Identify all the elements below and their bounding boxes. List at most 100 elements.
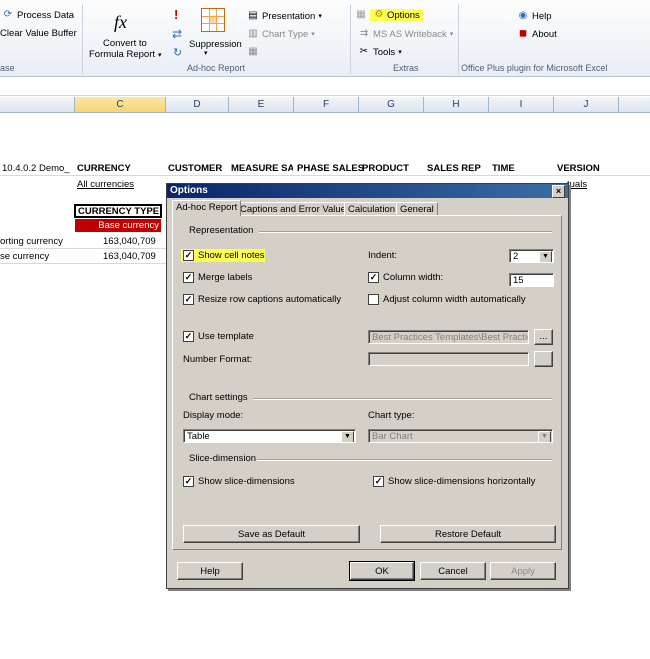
tab-adhoc-report[interactable]: Ad-hoc Report <box>172 200 242 216</box>
number-format-label: Number Format: <box>183 354 253 365</box>
close-button[interactable]: × <box>552 185 565 198</box>
refresh-small-icon[interactable]: ↻ <box>173 46 182 59</box>
column-headers: C D E F G H I J <box>0 97 650 113</box>
show-slice-horizontally-checkbox[interactable]: ✓ Show slice-dimensions horizontally <box>373 476 535 487</box>
column-header-j[interactable]: J <box>554 97 619 112</box>
cell-currency-type[interactable]: CURRENCY TYPE <box>78 206 159 217</box>
column-header-f[interactable]: F <box>294 97 359 112</box>
presentation-button[interactable]: ▤ Presentation ▾ <box>247 10 322 22</box>
column-header-d[interactable]: D <box>166 97 229 112</box>
chevron-down-icon[interactable]: ▼ <box>538 431 551 442</box>
cell-time-header[interactable]: TIME <box>492 163 515 174</box>
section-divider <box>253 398 552 400</box>
ms-as-writeback-button[interactable]: ⇉ MS AS Writeback ▾ <box>358 28 453 40</box>
process-data-button[interactable]: ⟳ Process Data <box>2 9 74 21</box>
clear-value-buffer-button[interactable]: Clear Value Buffer <box>0 28 77 39</box>
cell-phase-header[interactable]: PHASE SALES <box>297 163 364 174</box>
cell-base-currency[interactable]: Base currency <box>75 219 161 232</box>
save-as-default-button[interactable]: Save as Default <box>183 525 360 543</box>
show-cell-notes-checkbox[interactable]: ✓ Show cell notes <box>183 250 265 261</box>
ok-button[interactable]: OK <box>349 561 415 581</box>
column-header-b[interactable] <box>0 97 75 112</box>
about-button[interactable]: ◼ About <box>517 28 557 40</box>
left-group-label: ase <box>0 63 15 73</box>
tab-captions-error-values[interactable]: Captions and Error Values <box>236 202 355 216</box>
tools-icon: ✂ <box>359 46 369 57</box>
adhoc-report-group-label: Ad-hoc Report <box>187 63 246 73</box>
cell-currency-header[interactable]: CURRENCY <box>77 163 131 174</box>
alert-icon[interactable]: ! <box>174 7 178 22</box>
chart-type-label: Chart type: <box>368 410 415 421</box>
section-divider <box>259 231 552 233</box>
options-button[interactable]: ▦ ⚙ Options <box>355 9 423 21</box>
tab-pane: Representation ✓ Show cell notes ✓ Merge… <box>172 215 562 550</box>
cell-measure-header[interactable]: MEASURE SAL <box>231 163 293 174</box>
adjust-column-width-checkbox[interactable]: Adjust column width automatically <box>368 294 526 305</box>
apply-button[interactable]: Apply <box>490 562 556 580</box>
number-format-button[interactable] <box>534 351 553 367</box>
resize-row-captions-checkbox[interactable]: ✓ Resize row captions automatically <box>183 294 341 305</box>
cancel-button[interactable]: Cancel <box>420 562 486 580</box>
chart-type-select[interactable]: Bar Chart ▼ <box>368 429 553 443</box>
cell-version-header[interactable]: VERSION <box>557 163 600 174</box>
cell-report-name[interactable]: 10.4.0.2 Demo_ <box>2 163 70 174</box>
representation-heading: Representation <box>189 225 254 236</box>
indent-select[interactable]: 2 ▼ <box>509 249 554 263</box>
merge-labels-checkbox[interactable]: ✓ Merge labels <box>183 272 252 283</box>
cell-salesrep-header[interactable]: SALES REP <box>427 163 481 174</box>
group-separator <box>458 4 459 74</box>
suppression-icon[interactable] <box>201 8 225 32</box>
column-header-g[interactable]: G <box>359 97 424 112</box>
help-icon: ◉ <box>518 10 528 21</box>
use-template-checkbox[interactable]: ✓ Use template <box>183 331 254 342</box>
dialog-title: Options <box>170 185 208 196</box>
tools-button[interactable]: ✂ Tools ▾ <box>358 46 402 58</box>
table-icon[interactable]: ▦ <box>247 46 259 58</box>
template-path-input[interactable]: Best Practices Templates\Best Practices <box>368 330 529 344</box>
cell-row-reporting-currency[interactable]: orting currency <box>0 236 63 247</box>
checkbox-box: ✓ <box>183 294 194 305</box>
restore-default-button[interactable]: Restore Default <box>380 525 556 543</box>
help-ribbon-button[interactable]: ◉ Help <box>517 10 552 22</box>
cell-base-value[interactable]: 163,040,709 <box>103 251 156 262</box>
dialog-title-bar[interactable]: Options × <box>167 184 568 198</box>
help-button[interactable]: Help <box>177 562 243 580</box>
show-slice-dimensions-checkbox[interactable]: ✓ Show slice-dimensions <box>183 476 295 487</box>
presentation-icon: ▤ <box>248 10 258 21</box>
checkbox-box: ✓ <box>368 272 379 283</box>
swap-icon[interactable]: ⇄ <box>172 27 182 41</box>
display-mode-select[interactable]: Table ▼ <box>183 429 356 443</box>
cell-all-currencies[interactable]: All currencies <box>77 179 134 190</box>
chart-icon: ▥ <box>248 28 258 39</box>
tab-general[interactable]: General <box>396 202 438 216</box>
column-header-i[interactable]: I <box>489 97 554 112</box>
section-divider <box>257 459 552 461</box>
column-width-input[interactable]: 15 <box>509 273 554 287</box>
indent-label: Indent: <box>368 250 398 261</box>
grid-icon: ▦ <box>356 9 366 20</box>
column-header-e[interactable]: E <box>229 97 294 112</box>
fx-icon[interactable]: fx <box>114 12 127 33</box>
chevron-down-icon[interactable]: ▼ <box>539 251 552 262</box>
convert-to-formula-report-button[interactable]: Formula Report ▾ <box>89 49 162 60</box>
chevron-down-icon[interactable]: ▼ <box>341 431 354 442</box>
cell-product-header[interactable]: PRODUCT <box>362 163 409 174</box>
options-dialog: Options × Ad-hoc Report Captions and Err… <box>166 183 569 589</box>
formula-bar[interactable] <box>0 77 650 96</box>
column-header-c[interactable]: C <box>75 97 166 112</box>
suppression-button[interactable]: Suppression <box>189 39 242 50</box>
cell-customer-header[interactable]: CUSTOMER <box>168 163 222 174</box>
browse-template-button[interactable]: ... <box>534 329 553 345</box>
column-width-checkbox[interactable]: ✓ Column width: <box>368 272 443 283</box>
column-header-h[interactable]: H <box>424 97 489 112</box>
checkbox-box: ✓ <box>183 250 194 261</box>
group-separator <box>350 4 351 74</box>
number-format-input[interactable] <box>368 352 529 366</box>
checkbox-box: ✓ <box>183 272 194 283</box>
chart-type-button[interactable]: ▥ Chart Type ▾ <box>247 28 315 40</box>
cell-row-base-currency[interactable]: se currency <box>0 251 49 262</box>
cell-actuals[interactable]: tuals <box>567 179 587 190</box>
checkbox-box: ✓ <box>183 476 194 487</box>
cell-reporting-value[interactable]: 163,040,709 <box>103 236 156 247</box>
tab-calculation[interactable]: Calculation <box>344 202 399 216</box>
